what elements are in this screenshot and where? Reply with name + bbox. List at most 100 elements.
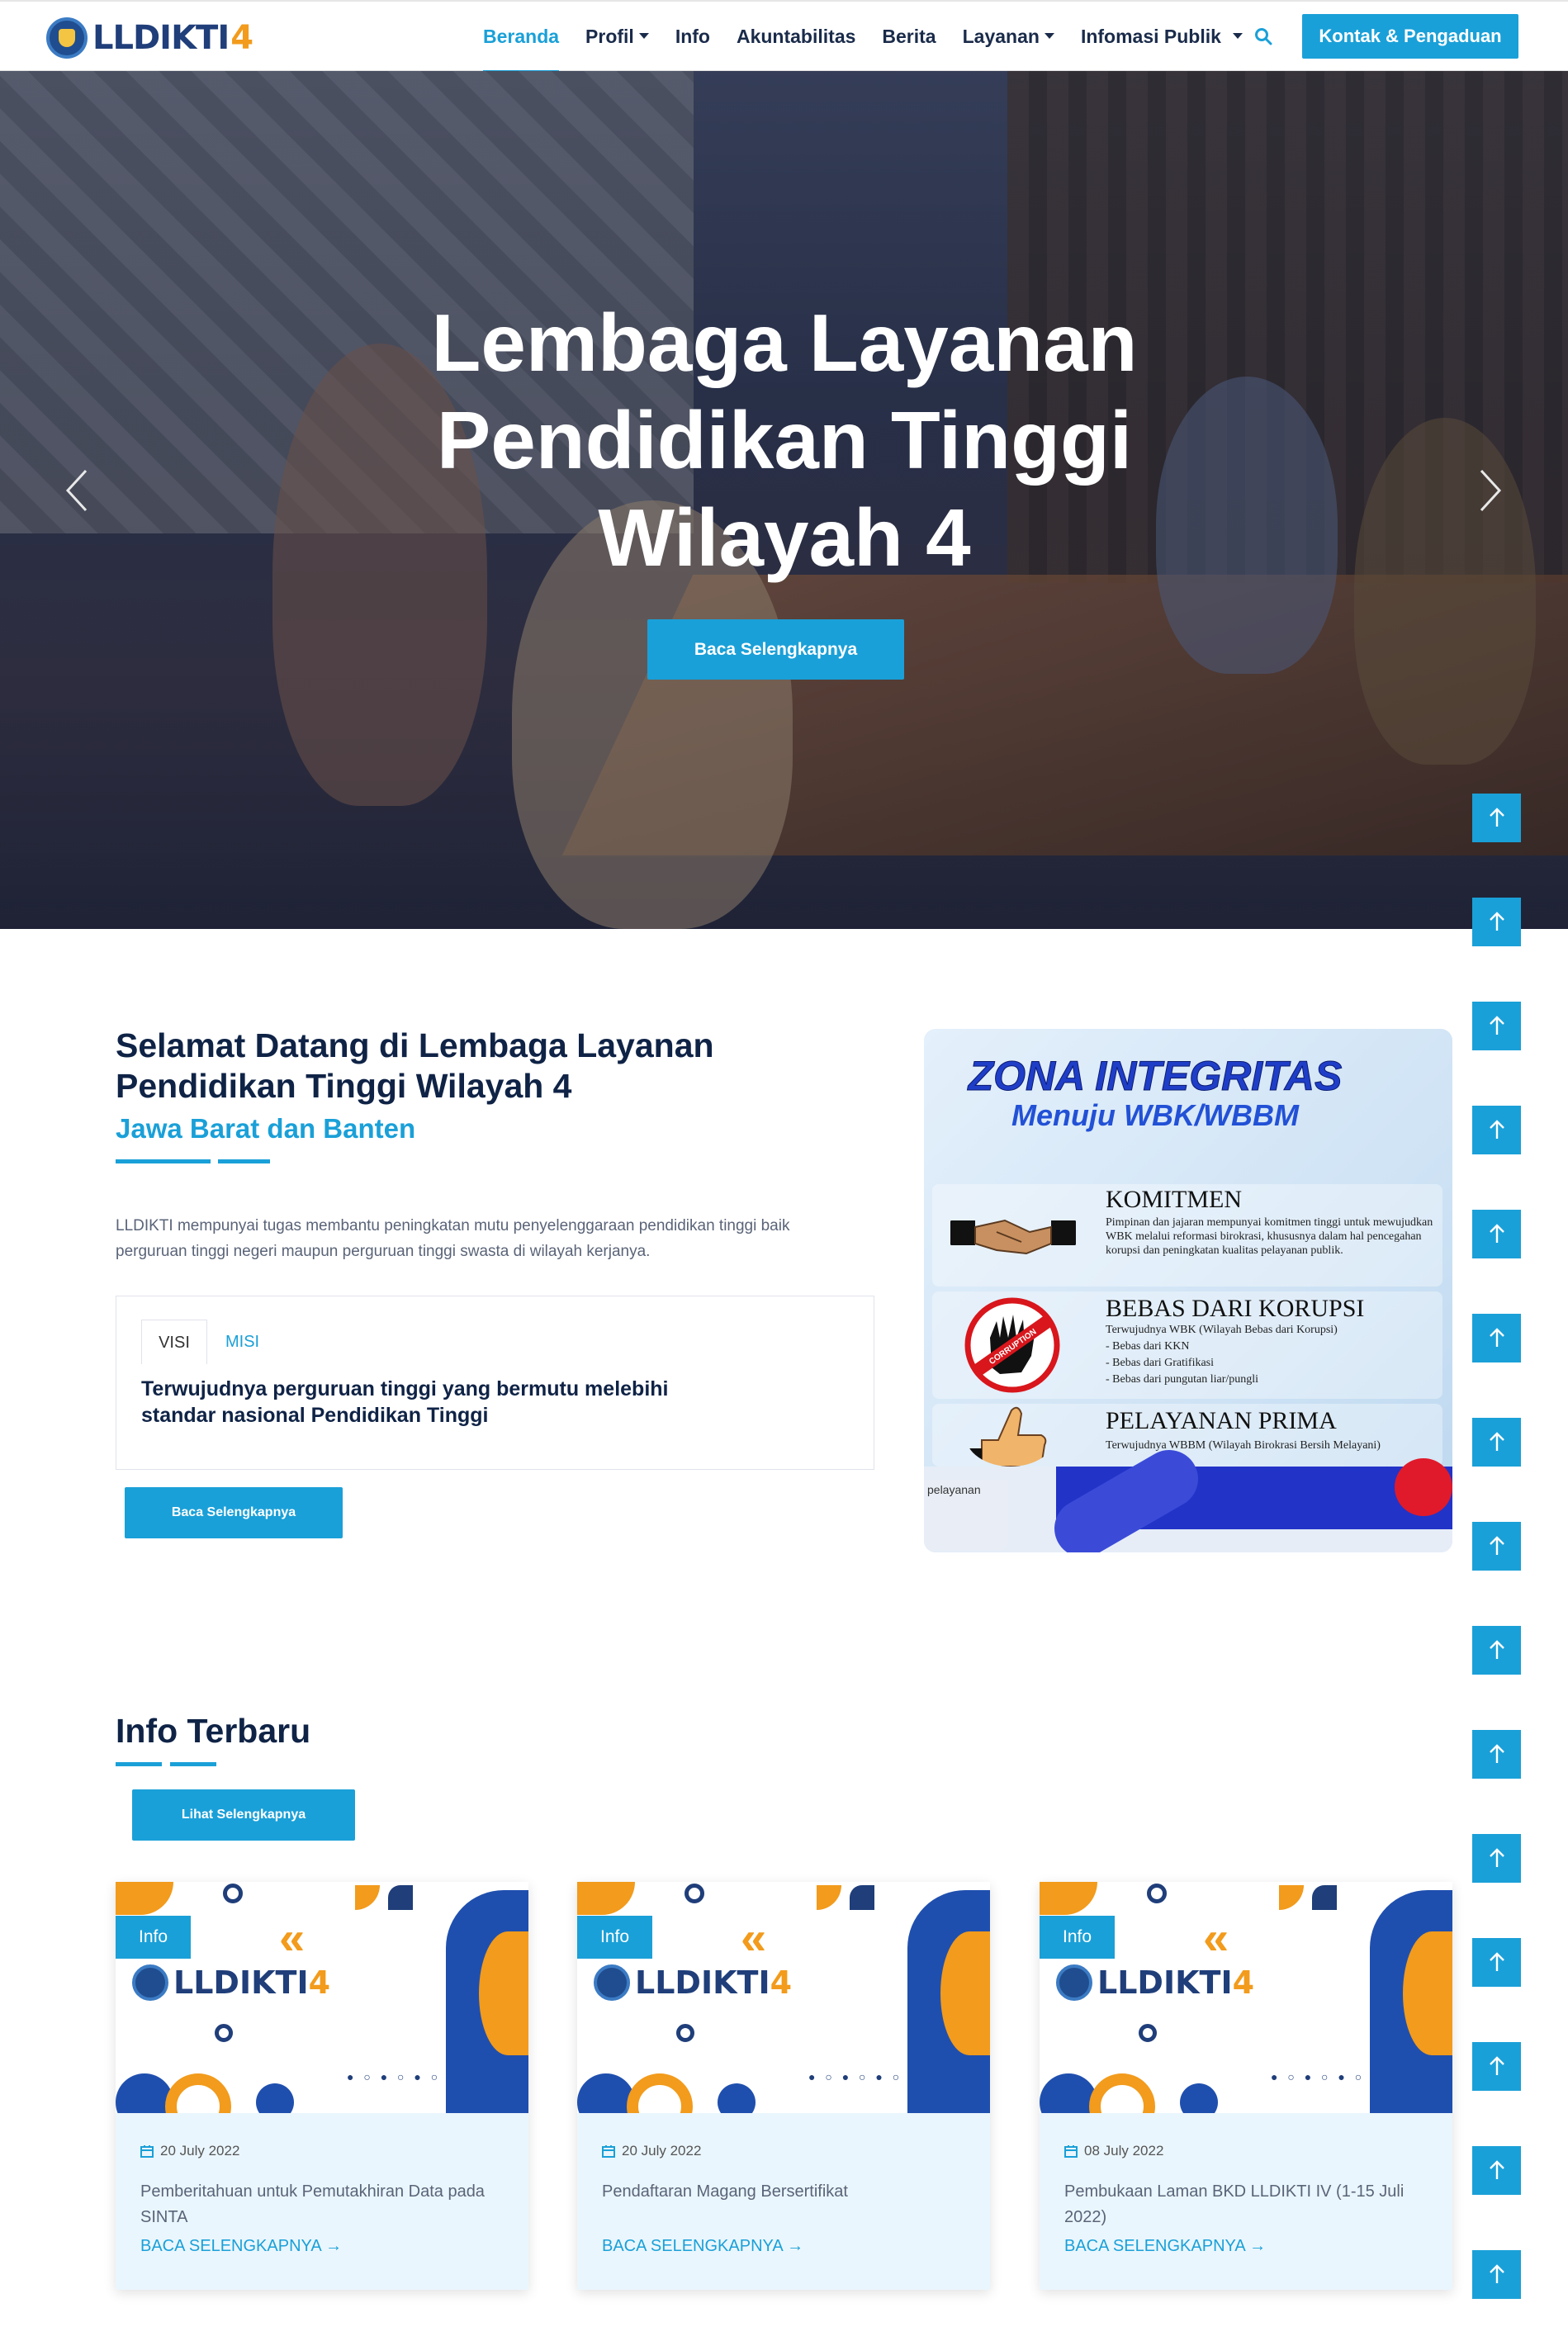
scroll-to-top-button[interactable] <box>1472 794 1521 842</box>
nav-item-profil[interactable]: Profil <box>585 2 649 73</box>
info-card-read-more-link[interactable]: BACA SELENGKAPNYA → <box>1064 2237 1266 2256</box>
zona-decor-badge <box>1395 1458 1452 1516</box>
tut-wuri-handayani-emblem-icon <box>46 17 88 59</box>
card-logo-text: LLDIKTI <box>173 1964 309 2001</box>
card-logo-number: 4 <box>770 1964 793 2001</box>
no-corruption-hand-icon: CORRUPTION <box>964 1297 1060 1393</box>
zona-text: Terwujudnya WBBM (Wilayah Birokrasi Bers… <box>1106 1439 1381 1452</box>
info-card-read-more-link[interactable]: BACA SELENGKAPNYA → <box>140 2237 342 2256</box>
decor-shape <box>627 2073 693 2113</box>
scroll-to-top-button[interactable] <box>1472 1730 1521 1779</box>
search-icon[interactable] <box>1253 26 1273 46</box>
chevron-down-icon <box>638 33 649 40</box>
info-card-badge: Info <box>1040 1916 1115 1959</box>
info-card-date-text: 08 July 2022 <box>1084 2143 1164 2159</box>
zona-tab-fragment: pelayanan <box>924 1480 1008 1551</box>
decor-shape: ● ○ ● ○ ● ○ <box>1271 2070 1366 2083</box>
info-card-badge: Info <box>577 1916 652 1959</box>
info-card-date-text: 20 July 2022 <box>160 2143 240 2159</box>
decor-shape <box>577 1882 635 1915</box>
hero-title: Lembaga Layanan Pendidikan Tinggi Wilaya… <box>431 297 1138 583</box>
zona-bullet: - Bebas dari Gratifikasi <box>1106 1357 1215 1369</box>
scroll-to-top-button[interactable] <box>1472 1834 1521 1883</box>
info-card-body: 20 July 2022 Pendaftaran Magang Berserti… <box>577 2113 990 2290</box>
scroll-to-top-button[interactable] <box>1472 1938 1521 1987</box>
info-card-read-more-link[interactable]: BACA SELENGKAPNYA → <box>602 2237 803 2256</box>
zona-text: Pimpinan dan jajaran mempunyai komitmen … <box>1106 1216 1433 1257</box>
card-logo-text: LLDIKTI <box>635 1964 770 2001</box>
scroll-to-top-button[interactable] <box>1472 2250 1521 2299</box>
info-card[interactable]: « ● ○ ● ○ ● ○ Info LLDIKTI 4 20 July 202… <box>577 1882 990 2290</box>
info-card-body: 20 July 2022 Pemberitahuan untuk Pemutak… <box>116 2113 528 2290</box>
decor-shape <box>1147 1884 1167 1903</box>
calendar-icon <box>1064 2145 1078 2158</box>
scroll-to-top-button[interactable] <box>1472 1314 1521 1362</box>
decor-shape <box>817 1885 841 1910</box>
card-logo-text: LLDIKTI <box>1097 1964 1233 2001</box>
scroll-to-top-button[interactable] <box>1472 1002 1521 1050</box>
arrow-up-icon <box>1490 2056 1504 2075</box>
tab-visi[interactable]: VISI <box>141 1320 207 1364</box>
arrow-up-icon <box>1490 808 1504 827</box>
nav-item-layanan[interactable]: Layanan <box>963 2 1054 73</box>
scroll-to-top-button[interactable] <box>1472 1106 1521 1154</box>
arrow-up-icon <box>1490 1016 1504 1035</box>
lldikti-card-logo: LLDIKTI 4 <box>594 1964 792 2001</box>
welcome-read-more-button[interactable]: Baca Selengkapnya <box>125 1487 343 1538</box>
arrow-up-icon <box>1490 2160 1504 2179</box>
nav-item-info[interactable]: Info <box>675 2 710 73</box>
scroll-to-top-button[interactable] <box>1472 898 1521 946</box>
decor-shape <box>116 1882 173 1915</box>
arrow-up-icon <box>1490 1744 1504 1763</box>
decor-shape <box>256 2083 294 2113</box>
scroll-to-top-button[interactable] <box>1472 1418 1521 1467</box>
decor-shape <box>1180 2083 1218 2113</box>
carousel-next-icon[interactable] <box>1478 467 1503 514</box>
nav-item-informasi-publik[interactable]: Infomasi Publik <box>1081 2 1243 73</box>
scroll-to-top-button[interactable] <box>1472 2146 1521 2195</box>
scroll-to-top-button[interactable] <box>1472 1522 1521 1571</box>
nav-item-berita[interactable]: Berita <box>882 2 936 73</box>
decor-shape <box>223 1884 243 1903</box>
decor-shape: ● ○ ● ○ ● ○ <box>808 2070 903 2083</box>
card-logo-number: 4 <box>1232 1964 1255 2001</box>
hero-carousel: Lembaga Layanan Pendidikan Tinggi Wilaya… <box>0 71 1568 929</box>
decor-shape: ● ○ ● ○ ● ○ <box>347 2070 442 2083</box>
arrow-up-icon <box>1490 912 1504 931</box>
scroll-to-top-button[interactable] <box>1472 1210 1521 1258</box>
see-more-button[interactable]: Lihat Selengkapnya <box>132 1789 355 1841</box>
decor-shape <box>718 2083 756 2113</box>
decor-shape <box>1312 1885 1337 1910</box>
nav-item-beranda[interactable]: Beranda <box>483 2 560 73</box>
title-underline <box>218 1159 270 1163</box>
info-card-title: Pembukaan Laman BKD LLDIKTI IV (1-15 Jul… <box>1064 2182 1405 2226</box>
hero-figure <box>1354 418 1536 765</box>
navbar: LLDIKTI 4 Beranda Profil Info Akuntabili… <box>0 0 1568 73</box>
tab-misi[interactable]: MISI <box>225 1320 259 1364</box>
zona-title: ZONA INTEGRITAS <box>968 1053 1343 1100</box>
info-card-image: « ● ○ ● ○ ● ○ Info LLDIKTI 4 <box>577 1882 990 2113</box>
info-card-date: 08 July 2022 <box>1064 2143 1163 2159</box>
hero-read-more-button[interactable]: Baca Selengkapnya <box>647 619 904 680</box>
decor-shape <box>215 2024 233 2042</box>
contact-complaint-button[interactable]: Kontak & Pengaduan <box>1302 14 1518 59</box>
arrow-up-icon <box>1490 1432 1504 1451</box>
decor-shape: « <box>1203 1912 1229 1964</box>
nav-item-akuntabilitas[interactable]: Akuntabilitas <box>737 2 855 73</box>
info-card[interactable]: « ● ○ ● ○ ● ○ Info LLDIKTI 4 20 July 202… <box>116 1882 528 2290</box>
title-underline <box>170 1762 216 1766</box>
arrow-up-icon <box>1490 1640 1504 1659</box>
zona-integritas-banner: ZONA INTEGRITAS Menuju WBK/WBBM KOMITMEN… <box>924 1029 1452 1552</box>
info-card[interactable]: « ● ○ ● ○ ● ○ Info LLDIKTI 4 08 July 202… <box>1040 1882 1452 2290</box>
arrow-up-icon <box>1490 1120 1504 1139</box>
main-nav: Beranda Profil Info Akuntabilitas Berita… <box>483 2 1269 73</box>
info-section-title: Info Terbaru <box>116 1712 311 1750</box>
carousel-prev-icon[interactable] <box>64 467 89 514</box>
zona-text: Terwujudnya WBK (Wilayah Bebas dari Koru… <box>1106 1324 1338 1336</box>
decor-shape: « <box>279 1912 306 1964</box>
site-logo[interactable]: LLDIKTI 4 <box>46 17 253 59</box>
scroll-to-top-button[interactable] <box>1472 2042 1521 2091</box>
thumbs-up-icon <box>965 1406 1047 1467</box>
arrow-up-icon <box>1490 1848 1504 1867</box>
scroll-to-top-button[interactable] <box>1472 1626 1521 1675</box>
